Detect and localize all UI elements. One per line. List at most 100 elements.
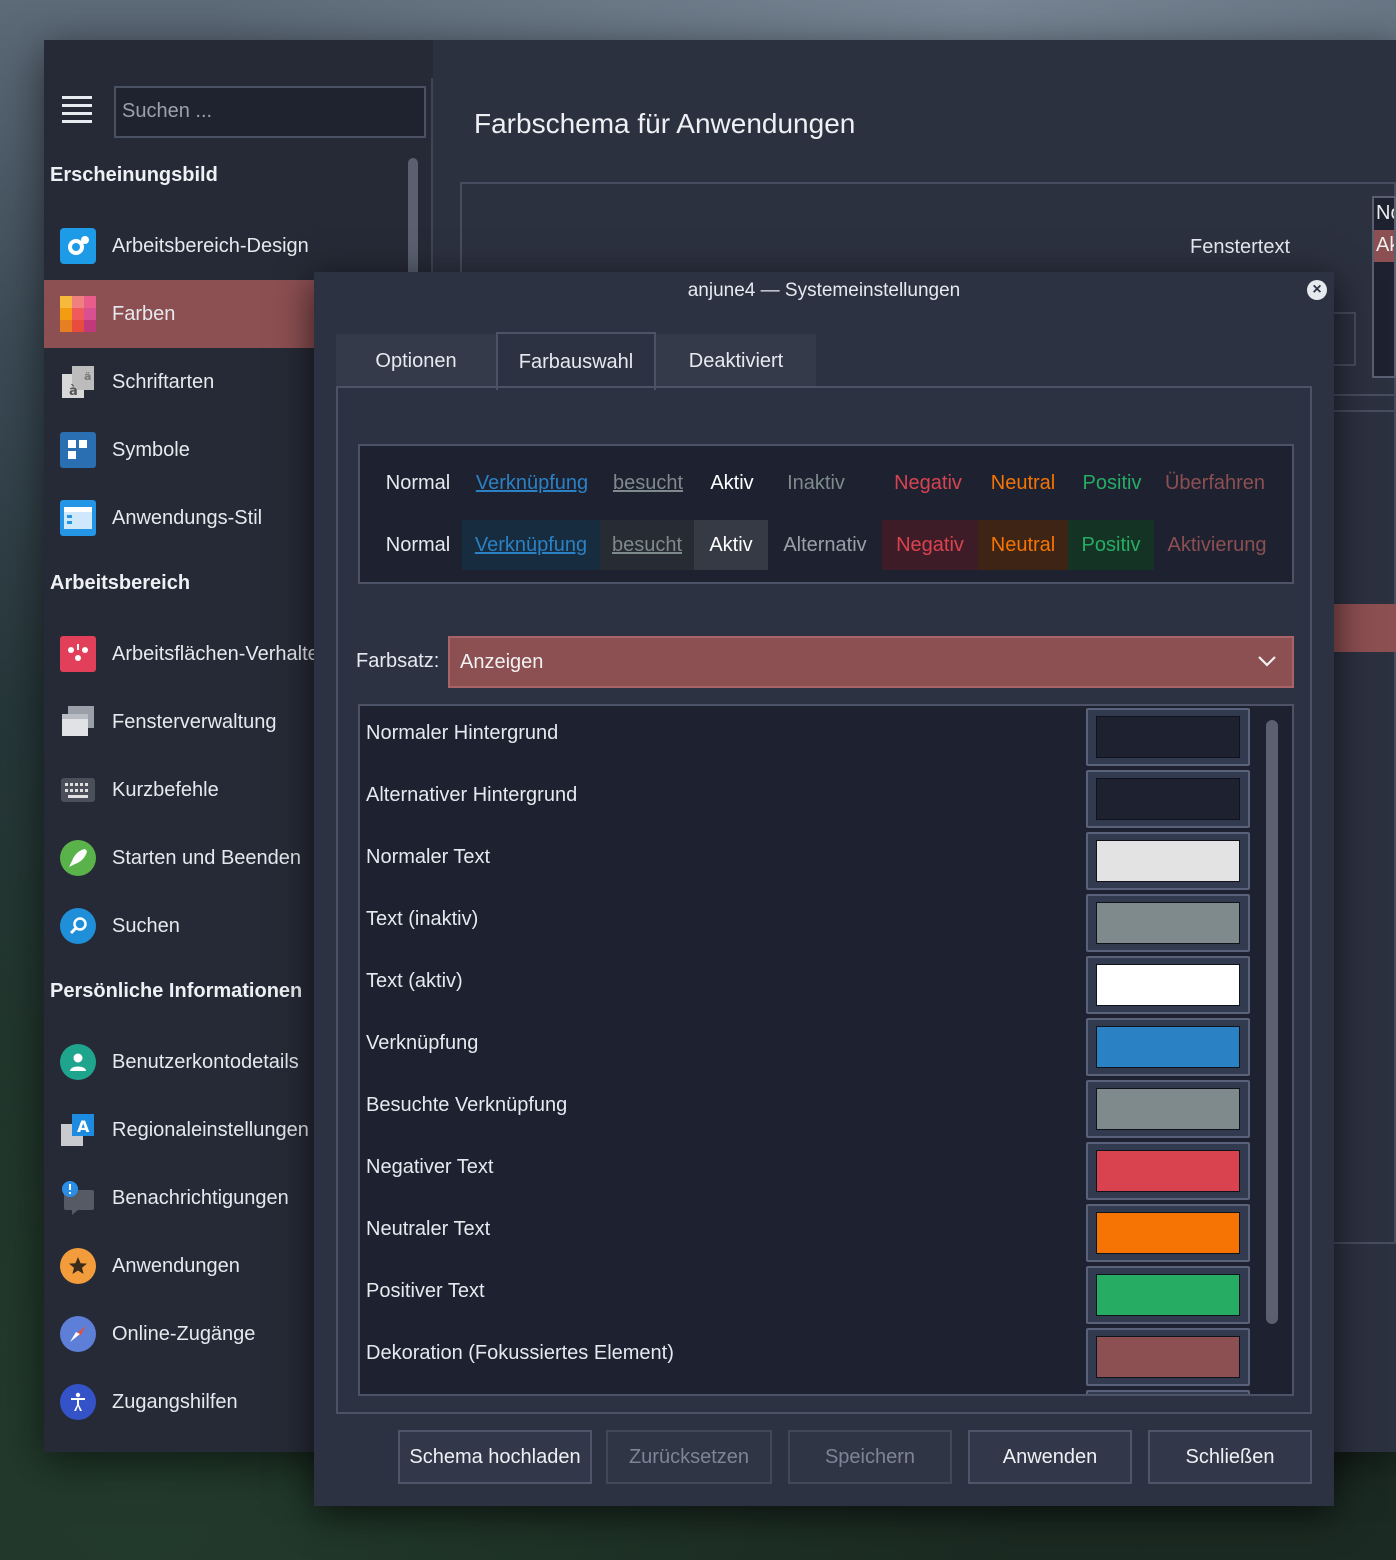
color-swatch [1096, 902, 1240, 944]
sidebar-item-label: Zugangshilfen [112, 1390, 238, 1413]
apply-button[interactable]: Anwenden [968, 1430, 1132, 1484]
sidebar-item-label: Symbole [112, 438, 190, 461]
sidebar-item-label: Kurzbefehle [112, 778, 219, 801]
background-button [1334, 312, 1356, 366]
tab-bar: Optionen Farbauswahl Deaktiviert [336, 332, 816, 390]
tab-content: Normal Verknüpfung besucht Aktiv Inaktiv… [336, 386, 1312, 1414]
accessibility-icon [60, 1384, 96, 1420]
color-swatch [1096, 1336, 1240, 1378]
save-button[interactable]: Speichern [788, 1430, 952, 1484]
color-swatch [1096, 1274, 1240, 1316]
colorset-value: Anzeigen [460, 650, 544, 673]
color-button[interactable] [1086, 894, 1250, 952]
color-row: Positiver Text [360, 1264, 1270, 1326]
compass-icon [60, 1316, 96, 1352]
sidebar-item-label: Benutzerkontodetails [112, 1050, 299, 1073]
colorset-dropdown[interactable]: Anzeigen [448, 636, 1294, 688]
preview-link: Verknüpfung [475, 471, 589, 494]
user-icon [60, 1044, 96, 1080]
preview-neutral: Neutral [990, 471, 1056, 494]
color-row: Text (aktiv) [360, 954, 1270, 1016]
window-text-label: Fenstertext [1190, 236, 1291, 258]
keyboard-icon [60, 772, 96, 808]
sidebar-item-label: Schriftarten [112, 370, 215, 393]
close-button[interactable]: Schließen [1148, 1430, 1312, 1484]
color-row: Normaler Hintergrund [360, 706, 1270, 768]
color-row: Verknüpfung [360, 1016, 1270, 1078]
preview-negative: Negativ [894, 471, 962, 494]
color-role-label: Normaler Hintergrund [366, 722, 559, 744]
color-button[interactable] [1086, 708, 1250, 766]
color-role-label: Dekoration (Fokussiertes Element) [366, 1342, 674, 1364]
color-swatch [1096, 1150, 1240, 1192]
sidebar-item-label: Online-Zugänge [112, 1322, 256, 1345]
preview-neutral: Neutral [978, 520, 1068, 570]
colors-icon [60, 296, 96, 332]
preview-negative: Negativ [882, 520, 978, 570]
sidebar-item-label: Regionaleinstellungen [112, 1118, 309, 1141]
color-button[interactable] [1086, 1390, 1250, 1394]
preview-row-normal: Normal Verknüpfung besucht Aktiv Inaktiv… [360, 458, 1296, 508]
color-swatch [1096, 778, 1240, 820]
sidebar-item-label: Benachrichtigungen [112, 1186, 289, 1209]
preview-inactive: Inaktiv [787, 471, 845, 494]
color-button[interactable] [1086, 1142, 1250, 1200]
hamburger-menu-icon[interactable] [62, 96, 92, 126]
desktop-theme-icon [60, 228, 96, 264]
sidebar-item-label: Anwendungs-Stil [112, 506, 263, 529]
color-button[interactable] [1086, 956, 1250, 1014]
color-button[interactable] [1086, 1080, 1250, 1138]
upload-scheme-button[interactable]: Schema hochladen [398, 1430, 592, 1484]
color-button[interactable] [1086, 1204, 1250, 1262]
close-icon[interactable]: × [1307, 280, 1327, 300]
page-title: Farbschema für Anwendungen [474, 108, 856, 139]
preview-activation: Aktivierung [1167, 533, 1267, 556]
selected-scheme-highlight [1334, 604, 1396, 652]
color-swatch [1096, 840, 1240, 882]
preview-active: Aktiv [710, 471, 754, 494]
svg-text:ä: ä [84, 370, 91, 383]
color-role-label: Normaler Text [366, 846, 491, 868]
window-management-icon [60, 704, 96, 740]
preview-row-background: Normal Verknüpfung besucht Aktiv Alterna… [360, 520, 1296, 570]
color-row [360, 1388, 1270, 1394]
sidebar-item-label: Fensterverwaltung [112, 710, 277, 733]
preview-active: Aktiv [694, 520, 768, 570]
tab-color-selection[interactable]: Farbauswahl [496, 332, 656, 390]
color-button[interactable] [1086, 1266, 1250, 1324]
color-role-label: Verknüpfung [366, 1032, 479, 1054]
color-role-label: Positiver Text [366, 1280, 485, 1302]
color-row: Text (inaktiv) [360, 892, 1270, 954]
sidebar-item-desktop-theme[interactable]: Arbeitsbereich-Design [44, 212, 433, 280]
fonts-icon: àä [60, 364, 96, 400]
section-appearance: Erscheinungsbild [50, 164, 218, 186]
tab-disabled[interactable]: Deaktiviert [656, 332, 816, 388]
color-button[interactable] [1086, 1018, 1250, 1076]
preview-normal: Normal [385, 471, 451, 494]
preview-visited: besucht [600, 520, 694, 570]
color-list: Normaler Hintergrund Alternativer Hinterg… [358, 704, 1294, 1396]
section-personal: Persönliche Informationen [50, 980, 303, 1002]
reset-button[interactable]: Zurücksetzen [606, 1430, 772, 1484]
color-role-label: Neutraler Text [366, 1218, 491, 1240]
color-button[interactable] [1086, 1328, 1250, 1386]
preview-list-item: Normal [1376, 202, 1394, 224]
sidebar-item-label: Farben [112, 302, 176, 325]
color-button[interactable] [1086, 770, 1250, 828]
rocket-icon [60, 840, 96, 876]
sidebar-item-label: Starten und Beenden [112, 846, 302, 869]
color-list-scrollbar[interactable] [1266, 720, 1278, 1324]
chevron-down-icon [1258, 656, 1276, 667]
color-row: Besuchte Verknüpfung [360, 1078, 1270, 1140]
svg-text:à: à [69, 384, 78, 399]
desktop-behavior-icon [60, 636, 96, 672]
application-style-icon [60, 500, 96, 536]
sidebar-item-label: Anwendungen [112, 1254, 240, 1277]
color-button[interactable] [1086, 832, 1250, 890]
color-swatch [1096, 964, 1240, 1006]
preview-normal: Normal [385, 533, 451, 556]
tab-options[interactable]: Optionen [336, 332, 496, 388]
color-swatch [1096, 1026, 1240, 1068]
search-input[interactable]: Suchen ... [114, 86, 426, 138]
color-swatch [1096, 1212, 1240, 1254]
